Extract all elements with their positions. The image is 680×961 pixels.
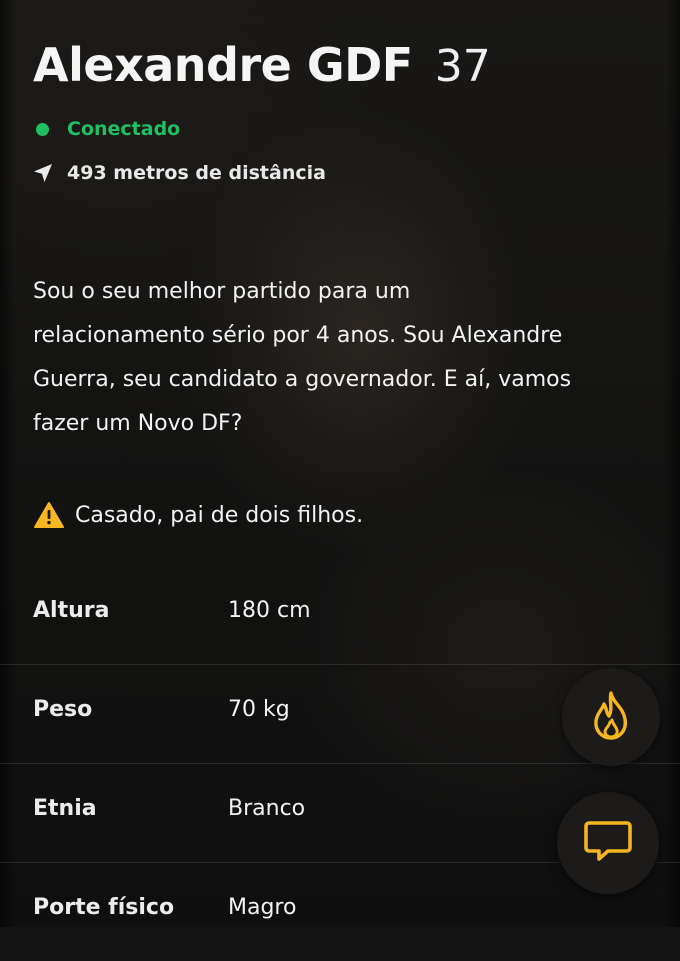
detail-label: Porte físico (33, 895, 175, 920)
detail-label: Etnia (33, 796, 97, 821)
warning-triangle-icon (33, 501, 65, 529)
detail-label: Altura (33, 598, 110, 623)
profile-header: Alexandre GDF 37 (33, 38, 491, 92)
status-text: Conectado (67, 118, 181, 140)
detail-value: Branco (228, 796, 306, 821)
name-row: Alexandre GDF 37 (33, 38, 491, 92)
detail-value: 180 cm (228, 598, 311, 623)
chat-button[interactable] (557, 792, 659, 894)
warning-note: Casado, pai de dois filhos. (33, 501, 363, 529)
profile-name: Alexandre GDF (33, 38, 413, 92)
profile-age: 37 (434, 41, 491, 92)
distance-text: 493 metros de distância (67, 162, 326, 184)
fire-icon (587, 689, 635, 745)
warning-text: Casado, pai de dois filhos. (75, 502, 364, 528)
details-table: Altura 180 cm Peso 70 kg Etnia Branco Po… (0, 566, 680, 961)
detail-label: Peso (33, 697, 93, 722)
detail-value: 70 kg (228, 697, 290, 722)
distance-info: 493 metros de distância (33, 162, 326, 184)
online-status: Conectado (33, 118, 180, 140)
detail-row-height: Altura 180 cm (0, 566, 680, 665)
profile-bio: Sou o seu melhor partido para um relacio… (33, 279, 572, 436)
location-arrow-icon (33, 163, 53, 183)
detail-value: Magro (228, 895, 297, 920)
chat-icon (582, 817, 634, 869)
online-dot-icon (36, 122, 49, 136)
fire-button[interactable] (562, 668, 660, 766)
